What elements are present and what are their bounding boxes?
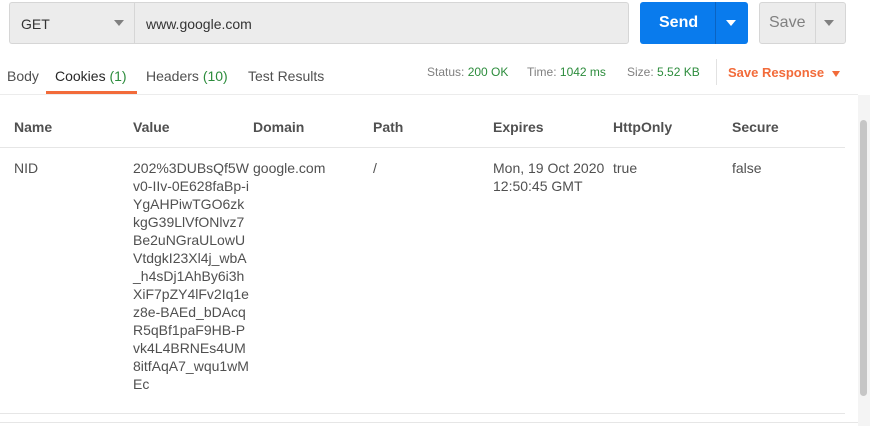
method-select[interactable]: GET <box>9 2 134 44</box>
status-value: 200 OK <box>467 65 509 79</box>
save-options-chevron-icon[interactable] <box>824 20 834 26</box>
time-value: 1042 ms <box>559 65 606 79</box>
response-tabs: Body Cookies (1) Headers (10) Test Resul… <box>0 52 858 94</box>
status-divider <box>716 59 717 85</box>
cookie-expires: Mon, 19 Oct 2020 12:50:45 GMT <box>493 160 605 194</box>
column-header-expires: Expires <box>493 119 544 135</box>
tab-body[interactable]: Body <box>7 68 39 84</box>
send-label: Send <box>659 14 699 31</box>
column-header-domain: Domain <box>253 119 305 135</box>
chevron-down-icon <box>114 20 124 26</box>
column-header-name: Name <box>14 119 53 135</box>
column-header-path: Path <box>373 119 404 135</box>
send-options-chevron-icon[interactable] <box>726 20 736 26</box>
column-header-secure: Secure <box>732 119 779 135</box>
time-label: Time: <box>527 65 557 79</box>
send-divider <box>715 2 716 44</box>
cookie-path: / <box>373 160 377 176</box>
chevron-down-icon <box>832 70 841 77</box>
send-button[interactable]: Send <box>640 2 748 44</box>
url-input[interactable]: www.google.com <box>134 2 629 44</box>
tab-test-results-label: Test Results <box>248 68 325 84</box>
cookies-table: Name Value Domain Path Expires HttpOnly … <box>0 95 858 420</box>
save-response-label: Save Response <box>728 65 825 80</box>
save-label: Save <box>769 14 806 31</box>
tab-cookies[interactable]: Cookies (1) <box>55 68 127 84</box>
column-header-value: Value <box>133 119 170 135</box>
cookie-name: NID <box>14 160 39 176</box>
size-info: Size: 5.52 KB <box>627 65 700 79</box>
tab-body-label: Body <box>7 68 39 84</box>
cookie-httponly: true <box>613 160 638 176</box>
cookie-value: 202%3DUBsQf5Wv0-IIv-0E628faBp-iYgAHPiwTG… <box>133 160 249 392</box>
save-response-button[interactable]: Save Response <box>728 65 841 80</box>
size-value: 5.52 KB <box>657 65 700 79</box>
status-label: Status: <box>427 65 465 79</box>
cookie-domain: google.com <box>253 160 326 176</box>
request-url-bar: GET www.google.com Send Save <box>0 0 870 52</box>
tab-cookies-label: Cookies <box>55 68 106 84</box>
method-value: GET <box>21 16 50 32</box>
status-info: Status: 200 OK <box>427 65 508 79</box>
save-button[interactable]: Save <box>759 2 846 44</box>
row-divider <box>0 413 845 414</box>
scrollbar-thumb[interactable] <box>860 120 867 396</box>
tab-headers[interactable]: Headers (10) <box>146 68 228 84</box>
bottom-divider <box>0 422 858 423</box>
size-label: Size: <box>627 65 654 79</box>
cookie-secure: false <box>732 160 762 176</box>
save-divider <box>815 3 816 43</box>
tab-headers-label: Headers <box>146 68 199 84</box>
tab-headers-count: (10) <box>202 68 228 84</box>
tab-cookies-count: (1) <box>109 68 127 84</box>
header-divider <box>0 147 845 148</box>
column-header-httponly: HttpOnly <box>613 119 673 135</box>
tab-test-results[interactable]: Test Results <box>248 68 324 84</box>
time-info: Time: 1042 ms <box>527 65 606 79</box>
